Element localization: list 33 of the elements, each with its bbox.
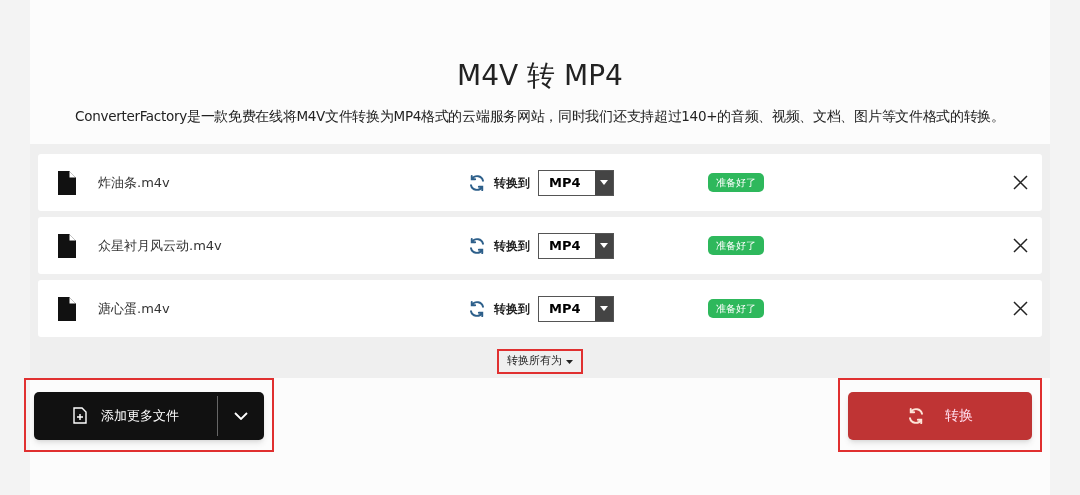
convert-to-label: 转换到 xyxy=(494,237,530,255)
file-name: 溏心蛋.m4v xyxy=(98,300,171,318)
convert-to-label: 转换到 xyxy=(494,300,530,318)
sync-icon xyxy=(468,173,486,192)
file-icon xyxy=(58,170,76,195)
format-select[interactable]: MP4 xyxy=(538,232,614,259)
status-badge: 准备好了 xyxy=(708,173,764,193)
format-select[interactable]: MP4 xyxy=(538,295,614,322)
file-name: 众星衬月风云动.m4v xyxy=(98,237,223,255)
chevron-down-icon xyxy=(234,411,248,420)
file-name: 炸油条.m4v xyxy=(98,174,171,192)
convert-to-label: 转换到 xyxy=(494,174,530,192)
caret-icon xyxy=(600,180,608,186)
add-file-icon xyxy=(72,407,87,425)
status-badge: 准备好了 xyxy=(708,236,764,256)
page-title: M4V 转 MP4 xyxy=(457,58,623,94)
convert-button[interactable]: 转换 xyxy=(848,391,1032,440)
sync-icon xyxy=(907,406,925,425)
format-select[interactable]: MP4 xyxy=(538,169,614,196)
sync-icon xyxy=(468,236,486,255)
close-icon xyxy=(1012,175,1028,191)
caret-icon xyxy=(600,243,608,249)
sync-icon xyxy=(468,299,486,318)
caret-icon xyxy=(566,359,573,364)
caret-icon xyxy=(600,306,608,312)
file-icon xyxy=(58,233,76,258)
description: ConverterFactory是一款免费在线将M4V文件转换为MP4格式的云端服务网站，同时我们还支持超过140+的音频、视频、文档、图片等文件格式的转换。 xyxy=(75,107,1005,126)
close-icon xyxy=(1012,301,1028,317)
file-icon xyxy=(58,296,76,321)
close-icon xyxy=(1012,238,1028,254)
add-more-files-button[interactable]: 添加更多文件 xyxy=(34,391,264,440)
convert-all-dropdown[interactable]: 转换所有为 xyxy=(507,353,573,370)
status-badge: 准备好了 xyxy=(708,299,764,319)
